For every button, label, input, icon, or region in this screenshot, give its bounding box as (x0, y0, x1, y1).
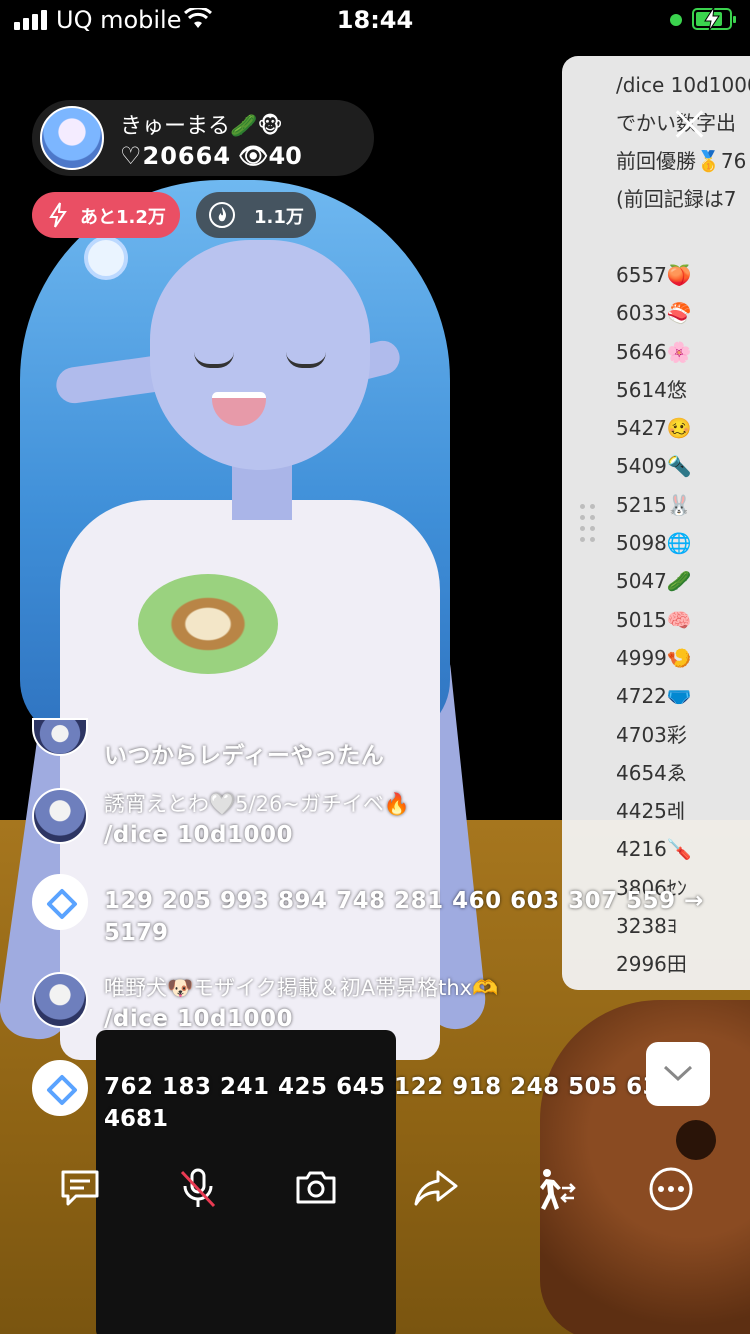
chevron-down-icon (663, 1065, 693, 1082)
fire-points-badge[interactable]: 1.1万 (196, 192, 316, 238)
camera-icon (296, 1171, 336, 1204)
score-item: 5614悠 (616, 377, 687, 402)
flame-icon (209, 202, 235, 228)
panel-header-line: /dice 10d1000 (616, 73, 750, 97)
camera-button[interactable] (286, 1158, 346, 1218)
score-list: 6557🍑 6033🍣 5646🌸 5614悠 5427🥴 5409🔦 5215… (616, 256, 692, 984)
scroll-to-latest-button[interactable] (646, 1042, 710, 1106)
score-item: 5427🥴 (616, 416, 692, 441)
chat-message-text-line2: 5179 (104, 920, 169, 946)
dog-eye (676, 1120, 716, 1160)
chat-message-text-line2: 4681 (104, 1106, 169, 1126)
score-item: 4425레 (616, 799, 686, 824)
dice-bot-icon (47, 1075, 77, 1105)
score-item: 4216🪛 (616, 837, 692, 862)
chat-user-avatar[interactable] (32, 972, 88, 1028)
panel-header-line: 前回優勝🥇76 (616, 149, 747, 173)
score-item: 5015🧠 (616, 607, 692, 632)
chat-message-text: /dice 10d1000 (104, 822, 293, 848)
mic-toggle-button[interactable] (168, 1158, 228, 1218)
share-icon (414, 1170, 458, 1206)
streamer-name: きゅーまる🥒🐵 (120, 114, 283, 139)
score-item: 5409🔦 (616, 454, 692, 479)
chat-message-text: 129 205 993 894 748 281 460 603 307 559 … (104, 888, 704, 914)
hair-flower (84, 236, 128, 280)
score-item: 4999🍤 (616, 645, 692, 670)
chat-message-text: いつからレディーやったん (104, 743, 385, 769)
dice-bot-avatar[interactable] (32, 1060, 88, 1116)
score-item: 5098🌐 (616, 531, 692, 556)
panel-header-line: (前回記録は7 (616, 187, 737, 211)
more-icon (649, 1167, 693, 1211)
mic-muted-icon (180, 1168, 216, 1208)
charging-bolt-icon (704, 6, 720, 32)
lightning-icon (49, 202, 67, 228)
avatar-face (150, 240, 370, 470)
close-icon[interactable] (674, 108, 704, 138)
dice-bot-avatar[interactable] (32, 874, 88, 930)
chat-icon (61, 1170, 99, 1206)
score-item: 4722🩲 (616, 684, 692, 709)
chat-user-avatar[interactable] (32, 788, 88, 844)
comment-button[interactable] (50, 1158, 110, 1218)
chat-message-text: /dice 10d1000 (104, 1006, 293, 1032)
chat-message-text: 762 183 241 425 645 122 918 248 505 632 … (104, 1074, 704, 1100)
score-item: 6033🍣 (616, 301, 692, 326)
dice-results-panel[interactable]: /dice 10d1000 でかい数字出 前回優勝🥇76 (前回記録は7 655… (562, 56, 750, 990)
dice-bot-icon (47, 889, 77, 919)
score-item: 5047🥒 (616, 569, 692, 594)
share-button[interactable] (404, 1158, 464, 1218)
chat-user-name: 誘宵えとわ🤍5/26~ガチイベ🔥 (104, 792, 411, 816)
score-item: 2996田 (616, 952, 687, 977)
remaining-points-label: あと1.2万 (80, 207, 166, 228)
drag-handle-icon[interactable] (580, 504, 600, 542)
viewer-count: 👁40 (238, 142, 302, 170)
clock: 18:44 (336, 6, 414, 34)
remaining-points-badge[interactable]: あと1.2万 (32, 192, 180, 238)
score-item: 4654ゑ (616, 760, 687, 785)
score-item: 6557🍑 (616, 263, 692, 287)
more-button[interactable] (640, 1158, 700, 1218)
shirt-badge-image (138, 574, 278, 674)
like-count: ♡20664 (120, 142, 232, 170)
fire-points-label: 1.1万 (254, 207, 304, 228)
privacy-indicator-dot (670, 14, 682, 26)
collab-button[interactable] (522, 1158, 582, 1218)
chat-user-name: 唯野犬🐶モザイク掲載＆初A帯昇格thx🫶 (104, 976, 499, 1000)
score-item: 5215🐰 (616, 492, 692, 517)
walk-icon (540, 1169, 576, 1210)
score-item: 5646🌸 (616, 339, 692, 364)
score-item: 4703彩 (616, 722, 687, 747)
streamer-avatar[interactable] (40, 106, 104, 170)
status-bar: UQ mobile 18:44 (0, 0, 750, 44)
